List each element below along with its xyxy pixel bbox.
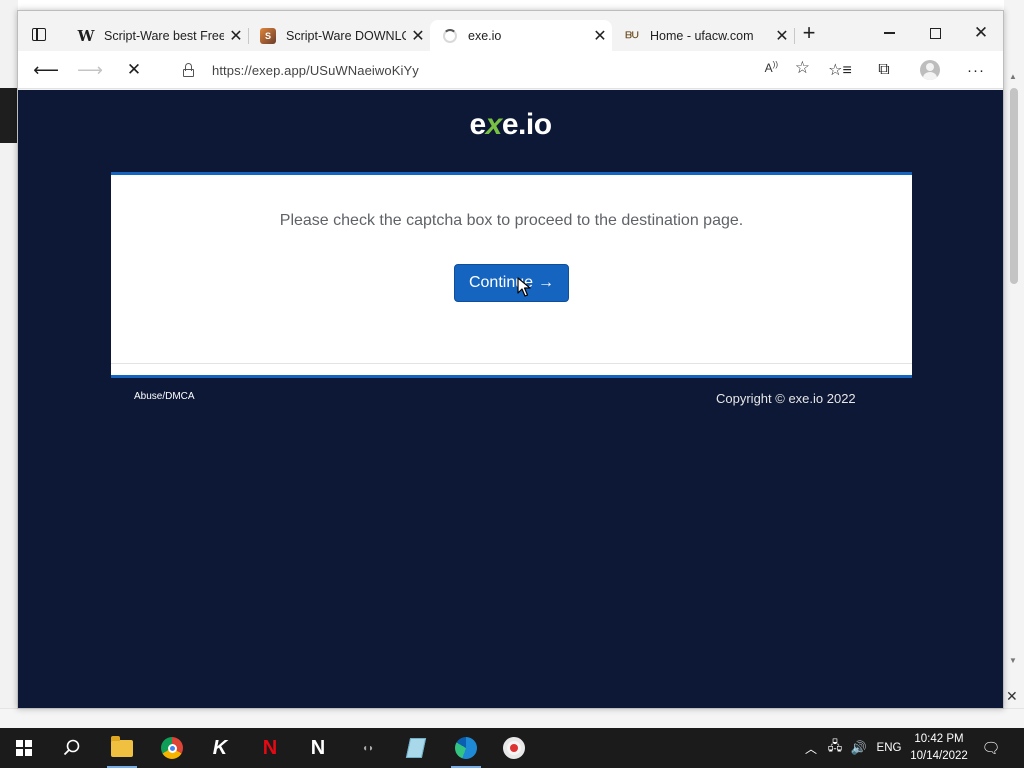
collections-icon: ⧉ <box>878 61 890 78</box>
chrome-icon <box>161 737 183 759</box>
clock[interactable]: 10:42 PM 10/14/2022 <box>906 731 972 765</box>
profile-button[interactable] <box>916 57 944 83</box>
captcha-card: Please check the captcha box to proceed … <box>111 172 912 378</box>
windows-icon <box>16 740 32 756</box>
search-button[interactable] <box>48 728 96 768</box>
tab-title: Home - ufacw.com <box>650 28 754 43</box>
loading-spinner-icon <box>442 28 458 44</box>
tab-close-icon[interactable]: ✕ <box>588 26 612 46</box>
navigation-toolbar: ⟵ ⟶ ✕ https://exep.app/USuWNaeiwoKiYy A)… <box>18 51 1003 89</box>
clock-time: 10:42 PM <box>914 733 964 745</box>
arrow-right-icon: → <box>538 274 555 291</box>
back-button[interactable]: ⟵ <box>32 57 60 83</box>
show-hidden-icons-button[interactable]: ︿ <box>802 728 820 768</box>
collections-button[interactable]: ⧉ <box>870 57 898 83</box>
background-window-edge <box>0 88 18 143</box>
taskbar-app-notepad[interactable] <box>392 728 440 768</box>
language-indicator[interactable]: ENG <box>876 728 902 768</box>
wiki-w-icon: W <box>77 26 95 45</box>
clock-date: 10/14/2022 <box>910 750 968 762</box>
new-tab-button[interactable]: + <box>798 22 820 45</box>
n-app-icon: N <box>310 736 326 759</box>
window-close-button[interactable]: ✕ <box>958 19 1003 47</box>
stop-loading-button[interactable]: ✕ <box>120 57 148 83</box>
browser-window: W Script-Ware best Free ✕ S Script-Ware … <box>17 10 1004 709</box>
minimize-button[interactable] <box>866 19 912 47</box>
abuse-dmca-link[interactable]: Abuse/DMCA <box>134 391 195 402</box>
add-favorite-icon[interactable]: ☆ <box>795 58 810 78</box>
taskbar-app-netflix[interactable]: N <box>246 728 294 768</box>
page-content: exe.io Please check the captcha box to p… <box>18 90 1003 708</box>
script-ware-icon: S <box>260 27 276 44</box>
copyright-text: Copyright © exe.io 2022 <box>716 391 856 406</box>
notepad-icon <box>405 738 427 758</box>
forward-button[interactable]: ⟶ <box>76 57 104 83</box>
edge-icon <box>455 737 477 759</box>
dark-app-icon: ◖◗ <box>361 742 375 754</box>
file-explorer-button[interactable] <box>98 728 146 768</box>
tab-title: Script-Ware DOWNLO <box>286 28 406 43</box>
address-bar[interactable]: https://exep.app/USuWNaeiwoKiYy A)) ☆ <box>164 55 810 85</box>
favorites-icon: ☆≡ <box>828 62 852 79</box>
taskbar: K N N ◖◗ ︿ 🖧 🔊 ENG 10:42 PM 10/14/2022 🗨 <box>0 728 1024 768</box>
tab-close-icon[interactable]: ✕ <box>224 26 248 46</box>
start-button[interactable] <box>0 728 48 768</box>
tab-ufacw-home[interactable]: ᗷᑌ Home - ufacw.com ✕ <box>612 20 794 51</box>
ufa-icon: ᗷᑌ <box>625 30 639 41</box>
continue-button[interactable]: Continue → <box>454 264 569 302</box>
maximize-icon <box>929 27 941 39</box>
search-icon <box>63 739 80 756</box>
folder-icon <box>111 735 133 757</box>
scrollbar-thumb[interactable] <box>1010 88 1018 284</box>
lock-icon[interactable] <box>182 63 196 77</box>
edge-button[interactable] <box>442 728 490 768</box>
chrome-button[interactable] <box>148 728 196 768</box>
taskbar-app-k[interactable]: K <box>196 728 244 768</box>
tab-exe-io[interactable]: exe.io ✕ <box>430 20 612 51</box>
scroll-down-icon[interactable]: ▼ <box>1009 656 1017 665</box>
tab-bar: W Script-Ware best Free ✕ S Script-Ware … <box>18 11 1003 51</box>
url-text[interactable]: https://exep.app/USuWNaeiwoKiYy <box>212 63 419 78</box>
notification-icon[interactable]: 🗨 <box>980 728 1002 768</box>
taskbar-app-n[interactable]: N <box>294 728 342 768</box>
avatar <box>920 60 940 80</box>
browser-app-icon <box>503 737 525 759</box>
tab-title: Script-Ware best Free <box>104 28 224 43</box>
tab-script-ware-download[interactable]: S Script-Ware DOWNLO ✕ <box>248 20 430 51</box>
tab-actions-button[interactable] <box>28 23 50 45</box>
more-menu-button[interactable]: ··· <box>962 57 990 83</box>
read-aloud-icon[interactable]: A)) <box>765 60 778 75</box>
tab-actions-icon <box>32 27 46 41</box>
tab-close-icon[interactable]: ✕ <box>406 26 430 46</box>
netflix-icon: N <box>262 736 278 759</box>
minimize-icon <box>883 32 895 34</box>
background-window-bottom <box>0 708 1024 728</box>
scroll-up-icon[interactable]: ▲ <box>1009 72 1017 81</box>
tab-close-icon[interactable]: ✕ <box>770 26 794 46</box>
tab-title: exe.io <box>468 28 502 43</box>
tab-script-ware-best[interactable]: W Script-Ware best Free ✕ <box>66 20 248 51</box>
close-icon[interactable]: ✕ <box>1006 688 1018 705</box>
k-app-icon: K <box>212 736 228 759</box>
exe-io-logo[interactable]: exe.io <box>18 108 1003 142</box>
background-window-scrollbar: ▲ ▼ ✕ <box>1004 0 1024 728</box>
network-icon[interactable]: 🖧 <box>826 728 844 768</box>
taskbar-app-dark[interactable]: ◖◗ <box>344 728 392 768</box>
maximize-button[interactable] <box>912 19 958 47</box>
taskbar-app-browser[interactable] <box>490 728 538 768</box>
captcha-message: Please check the captcha box to proceed … <box>279 212 744 229</box>
tab-separator <box>794 28 795 44</box>
volume-icon[interactable]: 🔊 <box>850 728 868 768</box>
card-divider <box>111 363 912 364</box>
favorites-button[interactable]: ☆≡ <box>826 57 854 83</box>
